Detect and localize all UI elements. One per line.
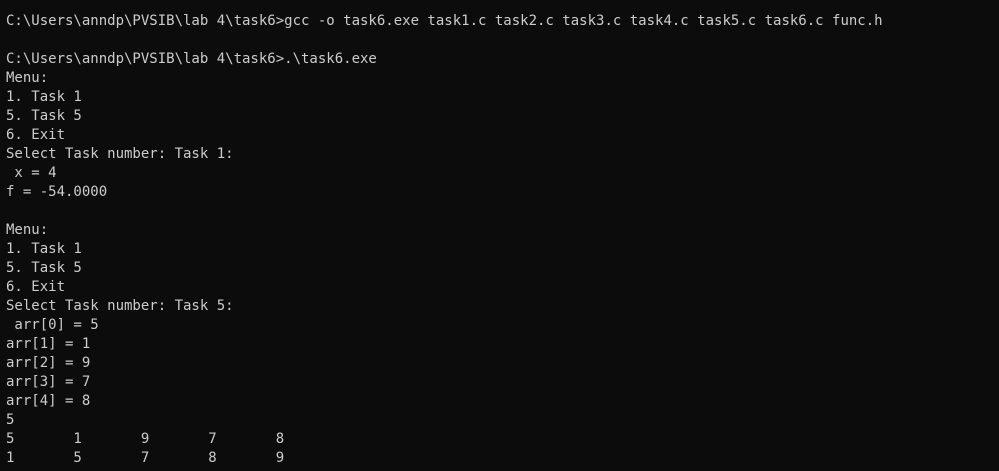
- terminal-window[interactable]: C:\Users\anndp\PVSIB\lab 4\task6>gcc -o …: [0, 0, 999, 471]
- array-size-line: 5: [6, 412, 15, 428]
- array-input-line: arr[1] = 1: [6, 336, 91, 352]
- select-task-prompt: Select Task number: Task 1:: [6, 146, 234, 162]
- menu-header: Menu:: [6, 222, 49, 238]
- menu-item-exit: 6. Exit: [6, 127, 66, 143]
- menu-item-task-5: 5. Task 5: [6, 108, 82, 124]
- array-original-output: 5 1 9 7 8: [6, 431, 285, 447]
- array-input-line: arr[3] = 7: [6, 374, 91, 390]
- prompt-gcc-command: C:\Users\anndp\PVSIB\lab 4\task6>gcc -o …: [6, 13, 883, 29]
- menu-item-task-1: 1. Task 1: [6, 89, 82, 105]
- menu-header: Menu:: [6, 70, 49, 86]
- menu-item-task-5: 5. Task 5: [6, 260, 82, 276]
- array-input-line: arr[0] = 5: [6, 317, 99, 333]
- array-sorted-output: 1 5 7 8 9: [6, 450, 285, 466]
- result-f-line: f = -54.0000: [6, 184, 108, 200]
- input-x-line: x = 4: [6, 165, 57, 181]
- prompt-run-command: C:\Users\anndp\PVSIB\lab 4\task6>.\task6…: [6, 51, 377, 67]
- menu-item-exit: 6. Exit: [6, 279, 66, 295]
- array-input-line: arr[2] = 9: [6, 355, 91, 371]
- menu-item-task-1: 1. Task 1: [6, 241, 82, 257]
- select-task-prompt: Select Task number: Task 5:: [6, 298, 234, 314]
- array-input-line: arr[4] = 8: [6, 393, 91, 409]
